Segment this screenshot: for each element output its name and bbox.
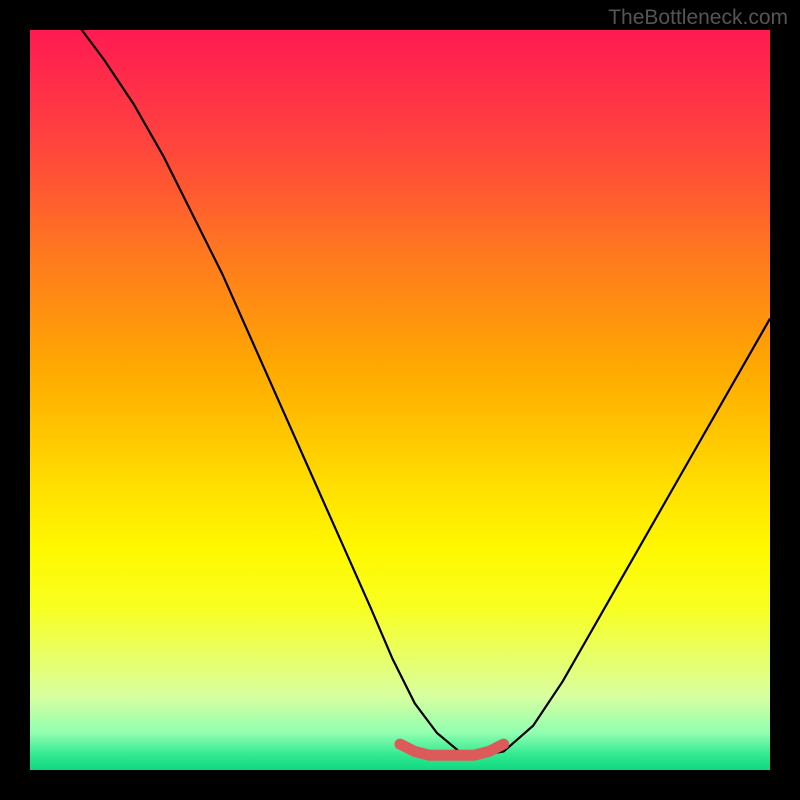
chart-svg: [30, 30, 770, 770]
chart-plot-area: [30, 30, 770, 770]
watermark-text: TheBottleneck.com: [608, 6, 788, 30]
bottleneck-curve-path: [82, 30, 770, 755]
